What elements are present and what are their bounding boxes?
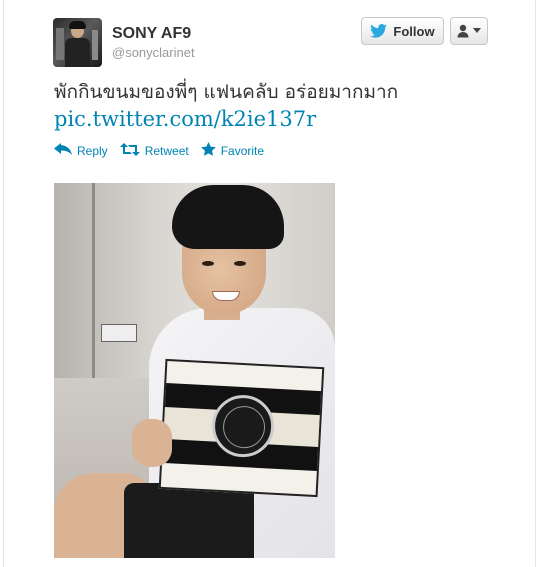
twitter-bird-icon — [370, 24, 388, 38]
avatar-figure-body — [65, 38, 90, 67]
photo-hand — [132, 419, 172, 467]
avatar-bg-shape — [92, 30, 98, 60]
avatar[interactable] — [53, 18, 102, 67]
tweet-photo[interactable] — [54, 183, 335, 558]
retweet-action[interactable]: Retweet — [119, 142, 189, 159]
tweet-actions: Reply Retweet Favorite — [54, 142, 264, 159]
avatar-bg-shape — [56, 28, 64, 60]
follow-button[interactable]: Follow — [361, 17, 444, 45]
avatar-figure-hair — [69, 21, 86, 29]
reply-icon — [54, 143, 72, 158]
photo-eye — [234, 261, 246, 266]
star-icon — [200, 142, 216, 159]
retweet-label: Retweet — [144, 143, 189, 158]
tweet-media-link[interactable]: pic.twitter.com/k2ie137r — [54, 107, 316, 131]
favorite-action[interactable]: Favorite — [200, 142, 265, 159]
photo-hair — [172, 185, 284, 249]
photo-gift-box — [158, 358, 325, 498]
photo-eye — [202, 261, 214, 266]
user-actions-button[interactable] — [450, 17, 488, 45]
photo-shorts — [124, 483, 254, 558]
follow-button-label: Follow — [393, 23, 435, 39]
favorite-label: Favorite — [220, 143, 265, 158]
display-name[interactable]: SONY AF9 — [112, 25, 191, 43]
tweet-text: พักกินขนมของพี่ๆ แฟนคลับ อร่อยมากมาก — [54, 81, 399, 103]
retweet-icon — [119, 142, 140, 159]
reply-label: Reply — [77, 143, 108, 158]
caret-down-icon — [473, 28, 481, 34]
username[interactable]: @sonyclarinet — [112, 45, 195, 60]
photo-wall-socket — [101, 324, 137, 342]
reply-action[interactable]: Reply — [54, 143, 108, 158]
photo-door-edge — [92, 183, 95, 383]
gift-box-seal-ring — [221, 405, 267, 450]
